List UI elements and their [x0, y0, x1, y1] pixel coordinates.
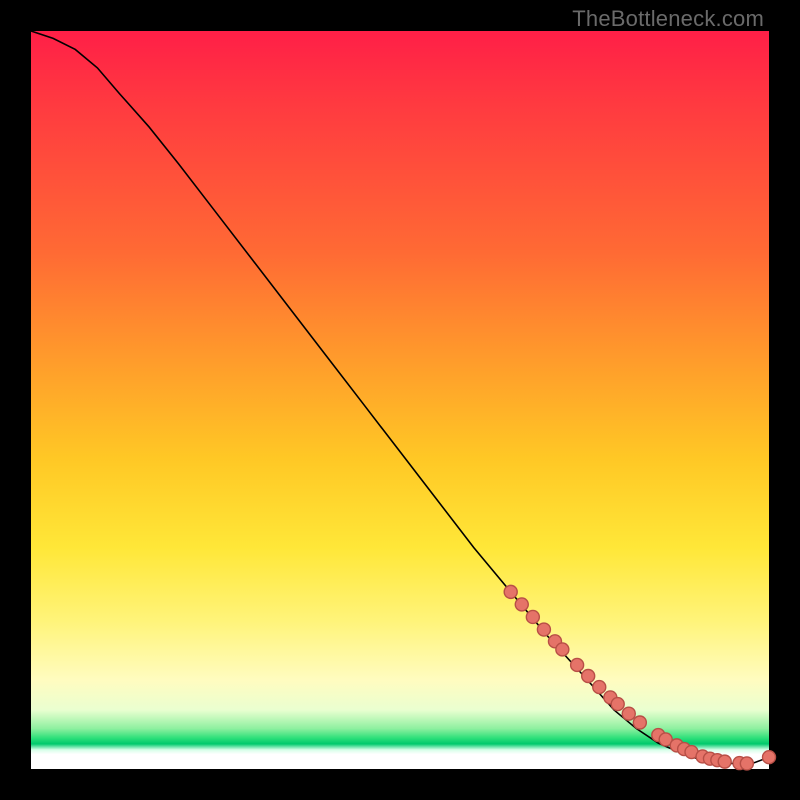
chart-overlay: [31, 31, 769, 769]
data-point: [571, 658, 584, 671]
data-point: [718, 755, 731, 768]
data-point: [740, 757, 753, 770]
data-point: [633, 716, 646, 729]
data-point: [556, 643, 569, 656]
data-point: [763, 751, 776, 764]
data-point: [515, 598, 528, 611]
data-point: [622, 707, 635, 720]
watermark-label: TheBottleneck.com: [572, 6, 764, 32]
bottleneck-curve: [31, 31, 769, 764]
data-point: [537, 623, 550, 636]
data-point: [504, 585, 517, 598]
chart-frame: TheBottleneck.com: [0, 0, 800, 800]
marker-group: [504, 585, 775, 770]
data-point: [611, 698, 624, 711]
data-point: [593, 681, 606, 694]
data-point: [582, 670, 595, 683]
data-point: [526, 610, 539, 623]
